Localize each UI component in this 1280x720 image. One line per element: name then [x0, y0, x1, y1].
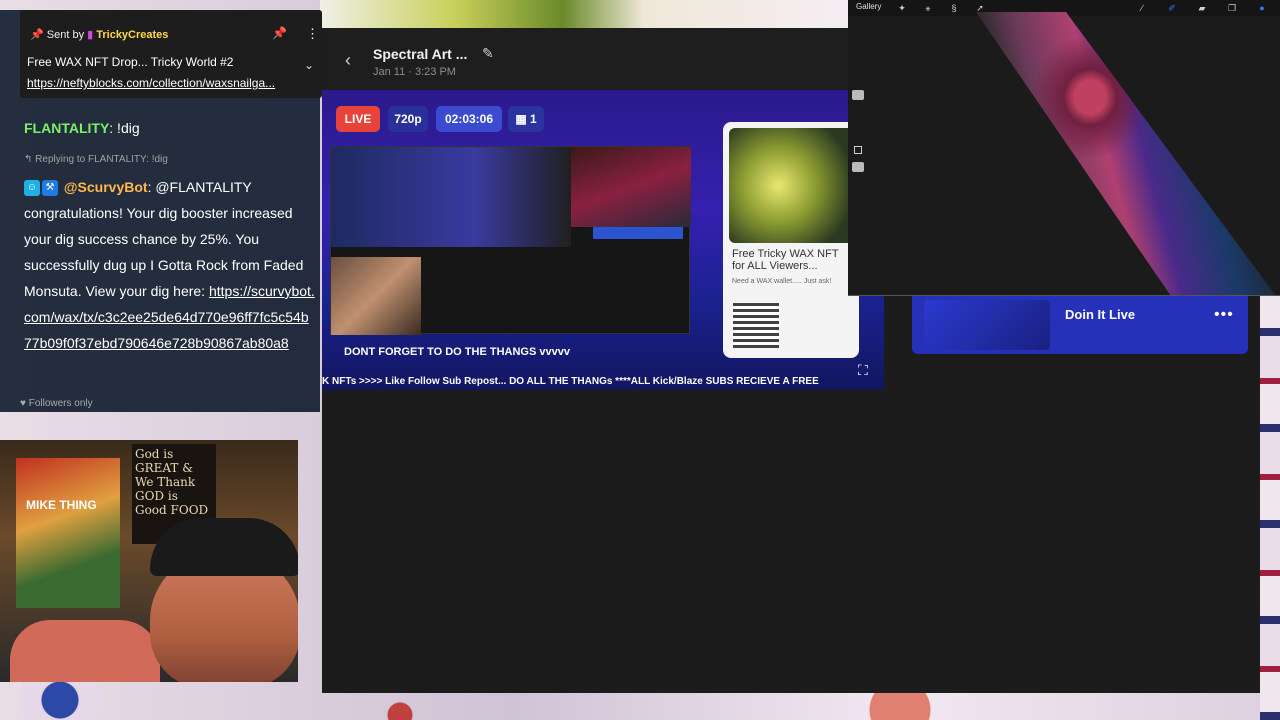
chat-username[interactable]: @ScurvyBot	[64, 179, 148, 195]
back-arrow-icon[interactable]: ‹	[338, 50, 358, 70]
resolution-badge: 720p	[388, 106, 428, 132]
qr-code-image	[733, 302, 779, 348]
chat-message: FLANTALITY: !dig	[24, 120, 140, 136]
brush-size-slider[interactable]	[852, 90, 864, 100]
pinned-sender: TrickyCreates	[96, 29, 169, 41]
stream-preview[interactable]: LIVE 720p 02:03:06 ▦ 1 Free Tricky WAX N…	[322, 90, 884, 390]
drawing-app-window: Gallery ✦ ⚹ § ➚ ∕ ✐ ▰ ❐ ●	[848, 0, 1280, 296]
opacity-slider[interactable]	[852, 162, 864, 172]
modify-square-icon[interactable]	[854, 146, 862, 154]
selection-icon[interactable]: §	[948, 2, 960, 14]
magic-wand-icon[interactable]: ⚹	[922, 2, 934, 14]
edit-pencil-icon[interactable]: ✎	[482, 45, 500, 63]
pinned-message: 📌 Sent by ▮ TrickyCreates 📌 ⋮ Free WAX N…	[20, 10, 322, 98]
reply-text: Replying to FLANTALITY: !dig	[35, 154, 168, 165]
wrench-icon[interactable]: ✦	[896, 2, 908, 14]
live-badge: LIVE	[336, 106, 380, 132]
chat-overlay: 📌 Sent by ▮ TrickyCreates 📌 ⋮ Free WAX N…	[0, 10, 322, 412]
bot-badge-icon: ☺	[24, 180, 40, 197]
webcam-feed: MIKE THING God is GREAT & We Thank GOD i…	[0, 440, 298, 682]
duration-badge: 02:03:06	[436, 106, 502, 132]
qr-count-badge: ▦ 1	[508, 106, 544, 132]
color-picker-icon[interactable]: ●	[1256, 2, 1268, 14]
sender-badge-icon: ▮	[87, 29, 97, 41]
nested-webcam-pane	[331, 257, 421, 335]
chat-text: : !dig	[109, 120, 140, 136]
promo-image	[729, 128, 853, 243]
verified-badge-icon: ⚒	[42, 180, 58, 197]
promo-card: Free Tricky WAX NFT for ALL Viewers... N…	[723, 122, 859, 358]
nested-song-bar	[593, 227, 683, 239]
chat-username[interactable]: FLANTALITY	[24, 120, 109, 136]
nested-capture-pane	[331, 147, 571, 247]
eraser-icon[interactable]: ▰	[1196, 2, 1208, 14]
song-title: Doin It Live	[1065, 307, 1136, 322]
pinned-title: Free WAX NFT Drop... Tricky World #2	[27, 55, 234, 69]
layers-icon[interactable]: ❐	[1226, 2, 1238, 14]
pinned-sent-by: 📌 Sent by ▮ TrickyCreates	[30, 28, 168, 41]
song-card[interactable]: Doin It Live •••	[912, 296, 1248, 354]
nested-screen-capture	[330, 146, 691, 335]
reply-indicator: ↰ Replying to FLANTALITY: !dig	[24, 154, 168, 165]
nested-art-pane	[571, 147, 691, 227]
qr-code-icon: ▦	[515, 112, 530, 126]
promo-subtitle: Need a WAX wallet..... Just ask!	[732, 278, 832, 285]
stream-date: Jan 11 · 3:23 PM	[373, 66, 456, 78]
song-thumbnail	[924, 300, 1050, 350]
chevron-down-icon[interactable]: ⌄	[304, 58, 314, 72]
more-options-icon[interactable]: •••	[1214, 306, 1234, 324]
artwork-canvas[interactable]	[976, 12, 1276, 295]
qr-count: 1	[529, 112, 537, 126]
pin-icon[interactable]: 📌	[272, 26, 287, 40]
followers-only-label: Followers only	[28, 398, 93, 409]
page-title: Spectral Art ...	[373, 46, 468, 62]
wall-poster: MIKE THING	[16, 458, 120, 608]
followers-only-notice: ♥ Followers only	[20, 398, 93, 409]
brush-icon[interactable]: ∕	[1136, 2, 1148, 14]
collage-top-strip	[320, 0, 860, 28]
stream-ticker: K NFTs >>>> Like Follow Sub Repost... DO…	[322, 376, 819, 387]
person-shirt	[10, 620, 160, 682]
chat-message: ☺ ⚒ @ScurvyBot: @FLANTALITY congratulatio…	[24, 174, 316, 356]
smudge-icon[interactable]: ✐	[1166, 2, 1178, 14]
reply-arrow-icon: ↰	[24, 154, 36, 165]
gallery-button[interactable]: Gallery	[856, 2, 881, 11]
pin-small-icon: 📌	[30, 29, 47, 41]
person-cap	[150, 518, 298, 576]
stream-cta-text: DONT FORGET TO DO THE THANGS vvvvv	[344, 346, 570, 358]
heart-icon: ♥	[20, 398, 29, 409]
chat-text: : @FLANTALITY congratulations! Your dig …	[24, 179, 304, 299]
sent-by-label: Sent by	[46, 29, 85, 41]
promo-title: Free Tricky WAX NFT for ALL Viewers...	[732, 248, 839, 272]
pinned-link[interactable]: https://neftyblocks.com/collection/waxsn…	[27, 76, 275, 90]
kebab-menu-icon[interactable]: ⋮	[306, 26, 319, 42]
